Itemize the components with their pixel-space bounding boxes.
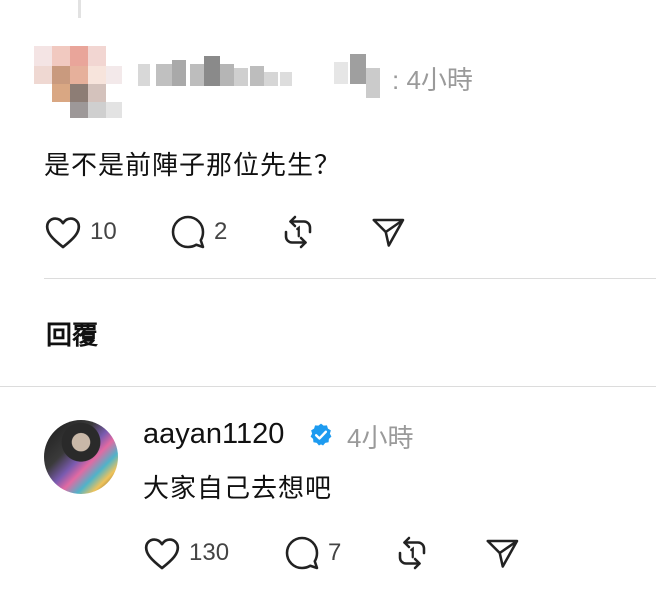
replies-heading: 回覆	[46, 320, 99, 350]
reply-timestamp: 4小時	[347, 423, 414, 453]
divider-replies	[0, 386, 656, 387]
username-obscured[interactable]	[138, 52, 388, 102]
verified-badge-icon	[310, 423, 332, 446]
repost-button[interactable]	[280, 214, 316, 250]
reply-comment-button[interactable]: 7	[284, 535, 341, 571]
share-icon	[372, 218, 405, 247]
reply-username[interactable]: aayan1120	[143, 418, 284, 451]
reply-comment-count: 7	[328, 539, 342, 566]
reply-repost-button[interactable]	[394, 535, 430, 571]
repost-icon	[284, 215, 312, 249]
divider-top	[44, 278, 656, 279]
reply-text: 大家自己去想吧	[143, 473, 333, 503]
avatar[interactable]	[44, 420, 118, 494]
reply-like-count: 130	[189, 539, 230, 566]
thread-line	[78, 0, 81, 18]
share-icon	[486, 539, 519, 568]
comment-count: 2	[214, 218, 228, 245]
comment-icon	[171, 215, 205, 249]
comment-button[interactable]: 2	[170, 214, 227, 250]
like-count: 10	[90, 218, 117, 245]
reply-like-button[interactable]: 130	[143, 535, 229, 571]
avatar-obscured[interactable]	[30, 30, 130, 120]
like-button[interactable]: 10	[44, 214, 117, 250]
share-button[interactable]	[370, 214, 406, 250]
post-timestamp: : 4小時	[392, 65, 473, 95]
heart-icon	[45, 217, 81, 249]
post-text: 是不是前陣子那位先生？	[44, 150, 342, 180]
repost-icon	[398, 536, 426, 570]
heart-icon	[144, 538, 180, 570]
reply-share-button[interactable]	[484, 535, 520, 571]
comment-icon	[285, 536, 319, 570]
